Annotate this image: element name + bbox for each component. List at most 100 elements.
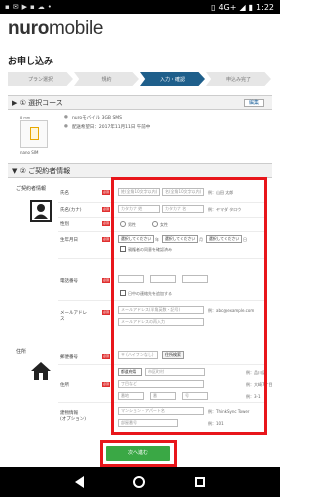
room-example: 例：101 — [208, 421, 224, 426]
required-badge: 必須 — [102, 221, 110, 226]
required-badge: 必須 — [102, 237, 110, 242]
postal-label: 郵便番号 — [60, 355, 78, 360]
daytime-contact-checkbox[interactable] — [120, 290, 126, 296]
app-header: nuromobile — [0, 14, 280, 44]
required-badge: 必須 — [102, 382, 110, 387]
email-label: メールアドレス — [60, 311, 87, 322]
email-input[interactable]: メールアドレス(半角英数・記号) — [118, 306, 204, 314]
clock: 1:22 — [256, 2, 274, 12]
logo-light: mobile — [49, 18, 104, 39]
signal-icon: ◢ — [239, 2, 246, 12]
mail-icon: ✉ — [12, 3, 19, 11]
section-course-header: ▶ ① 選択コース 編集 — [8, 95, 272, 110]
building-example: 例：ThinkSync Tower — [208, 409, 250, 414]
month-suffix: 月 — [199, 237, 203, 242]
guardian-consent-label: 親権者の同意を確認済み — [128, 247, 172, 252]
prefecture-select[interactable]: 都道府県 — [118, 368, 142, 376]
plan-item: ● 配送希望日：2017年11月11日 午前中 — [64, 124, 150, 130]
phone-part1-input[interactable] — [118, 275, 144, 283]
play-icon: ▶ — [21, 3, 28, 11]
birthday-label: 生年月日 — [60, 238, 78, 243]
section-contractor-header[interactable]: ▼ ② ご契約者情報 — [8, 163, 272, 178]
progress-steps: プラン選択 規約 入力・確認 申込み完了 — [8, 72, 272, 86]
vibrate-icon: ▯ — [211, 2, 216, 12]
network-label: 4G+ — [218, 2, 237, 12]
row-divider — [58, 258, 264, 259]
email-confirm-input[interactable]: メールアドレスの再入力 — [118, 318, 204, 326]
guardian-consent-checkbox[interactable] — [120, 246, 126, 252]
phone-part2-input[interactable] — [150, 275, 176, 283]
home-icon[interactable] — [133, 476, 146, 488]
year-suffix: 年 — [155, 237, 159, 242]
house-icon — [31, 362, 51, 380]
address-group-label: 住所 — [16, 349, 27, 355]
next-button[interactable]: 次へ進む — [106, 446, 170, 461]
plan-text: 配送希望日：2017年11月11日 午前中 — [71, 125, 151, 130]
address-label: 住所 — [60, 383, 69, 388]
nuro-logo[interactable]: nuromobile — [8, 18, 103, 40]
daytime-contact-label: 日中の連絡先を追加する — [128, 291, 172, 296]
required-badge: 必須 — [102, 190, 110, 195]
gender-female-radio[interactable] — [152, 221, 158, 227]
row-divider — [58, 231, 264, 232]
gender-female-label: 女性 — [160, 222, 168, 227]
birth-day-select[interactable]: 選択してください — [206, 235, 242, 243]
room-input[interactable]: 部屋番号 — [118, 419, 178, 427]
go-number-input[interactable]: 号 — [182, 392, 208, 400]
section-contractor-title: ▼ ② ご契約者情報 — [12, 166, 71, 175]
birth-month-select[interactable]: 選択してください — [162, 235, 198, 243]
kana-label: 氏名(カナ) — [60, 208, 82, 213]
more-icon: • — [47, 3, 52, 11]
row-divider — [58, 217, 264, 218]
required-badge: 必須 — [102, 354, 110, 359]
notification-icon: ▪ — [5, 3, 10, 11]
last-name-input[interactable]: 姓(全角10文字以内) — [118, 188, 160, 196]
section-course-title: ▶ ① 選択コース — [12, 98, 63, 107]
android-nav-bar — [0, 467, 280, 497]
first-name-input[interactable]: 名(全角10文字以内) — [162, 188, 204, 196]
status-bar: ▪ ✉ ▶ ▪ ☁ • ▯ 4G+ ◢ ▮ 1:22 — [0, 0, 280, 14]
row-divider — [58, 202, 264, 203]
plan-item: ● nuroモバイル 3GB SMS — [64, 115, 122, 121]
back-icon[interactable] — [74, 476, 84, 488]
postal-code-input[interactable]: 〒 (ハイフンなし) — [118, 351, 158, 359]
kana-example: 例：ヤマダ タロウ — [208, 207, 242, 212]
status-right: ▯ 4G+ ◢ ▮ 1:22 — [211, 3, 280, 12]
required-badge: 必須 — [102, 207, 110, 212]
gender-male-label: 男性 — [128, 222, 136, 227]
address-search-button[interactable]: 住所検索 — [162, 351, 184, 359]
sim-chip-icon — [30, 127, 39, 140]
step-input: 入力・確認 — [140, 72, 205, 86]
building-input[interactable]: マンション・アパート名 — [118, 407, 204, 415]
row-divider — [58, 364, 264, 365]
step-complete: 申込み完了 — [206, 72, 271, 86]
edit-course-button[interactable]: 編集 — [243, 99, 264, 107]
status-left-icons: ▪ ✉ ▶ ▪ ☁ • — [0, 3, 52, 11]
phone-part3-input[interactable] — [182, 275, 208, 283]
email-example: 例：abc@example.com — [208, 308, 255, 313]
block-input[interactable]: 番地 — [118, 392, 144, 400]
store-icon: ▪ — [30, 3, 35, 11]
recent-apps-icon[interactable] — [195, 477, 206, 487]
building-label: 建物情報 (オプション) — [60, 411, 87, 422]
last-kana-input[interactable]: カタカナ 姓 — [118, 205, 160, 213]
addr-example: 例：3-1 — [246, 394, 261, 399]
birth-year-select[interactable]: 選択してください — [118, 235, 154, 243]
city-input[interactable]: 市区町村 — [145, 368, 205, 376]
logo-bold: nuro — [8, 18, 50, 39]
row-divider — [58, 402, 264, 403]
city-example: 例：品川区 — [246, 370, 266, 375]
page-title: お申し込み — [8, 57, 54, 67]
first-kana-input[interactable]: カタカナ 名 — [162, 205, 204, 213]
gender-male-radio[interactable] — [120, 221, 126, 227]
row-divider — [58, 300, 264, 301]
phone-label: 電話番号 — [60, 279, 78, 284]
cloud-icon: ☁ — [37, 3, 45, 11]
battery-icon: ▮ — [248, 2, 254, 12]
town-input[interactable]: 丁目など — [118, 380, 204, 388]
person-card-icon — [30, 200, 52, 222]
plan-text: nuroモバイル 3GB SMS — [71, 116, 123, 121]
day-suffix: 日 — [243, 237, 247, 242]
sim-caption: nano SIM — [20, 150, 39, 155]
block-number-input[interactable]: 番 — [150, 392, 176, 400]
